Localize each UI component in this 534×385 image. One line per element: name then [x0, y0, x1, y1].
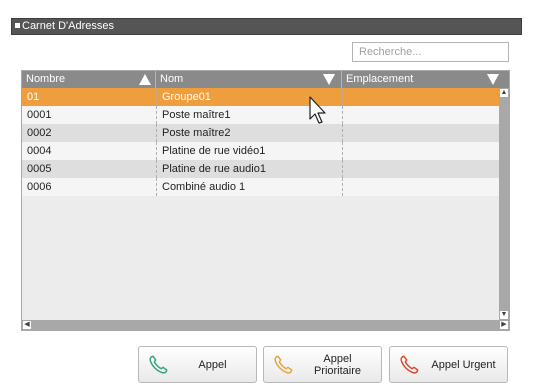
- address-book-table: Nombre Nom Emplacement 01 Groupe01 0001 …: [21, 70, 510, 331]
- cell-nombre: 01: [27, 91, 40, 103]
- table-row[interactable]: 0004 Platine de rue vidéo1: [22, 142, 499, 160]
- table-row[interactable]: 0006 Combiné audio 1: [22, 178, 499, 196]
- cell-nombre: 0005: [27, 163, 52, 175]
- window-title-bar: Carnet D'Adresses: [11, 18, 522, 35]
- table-row[interactable]: 0002 Poste maître2: [22, 124, 499, 142]
- scroll-down-arrow-icon[interactable]: ▼: [499, 310, 509, 320]
- table-header: Nombre Nom Emplacement: [22, 71, 509, 88]
- window-title-marker-icon: [15, 23, 20, 28]
- table-row[interactable]: 01 Groupe01: [22, 88, 499, 106]
- column-header-nom[interactable]: Nom: [156, 71, 342, 88]
- cell-nom: Combiné audio 1: [156, 178, 342, 196]
- table-body: 01 Groupe01 0001 Poste maître1 0002 Post…: [22, 88, 499, 196]
- scroll-up-arrow-icon[interactable]: ▲: [499, 88, 509, 98]
- window-title: Carnet D'Adresses: [22, 20, 114, 32]
- cell-nombre: 0002: [27, 127, 52, 139]
- column-header-nombre[interactable]: Nombre: [22, 71, 156, 88]
- column-header-label: Emplacement: [346, 73, 414, 85]
- cell-nombre: 0004: [27, 145, 52, 157]
- sort-ascending-icon[interactable]: [139, 74, 151, 85]
- cell-nombre: 0006: [27, 181, 52, 193]
- phone-icon: [274, 355, 293, 374]
- sort-descending-icon[interactable]: [323, 74, 335, 85]
- sort-descending-icon[interactable]: [487, 74, 499, 85]
- cell-emplacement: [342, 142, 499, 160]
- horizontal-scrollbar[interactable]: ◀ ▶: [22, 320, 509, 330]
- cell-emplacement: [342, 160, 499, 178]
- priority-call-button-label: Appel Prioritaire: [313, 352, 362, 377]
- cell-nombre: 0001: [27, 109, 52, 121]
- cell-nom: Platine de rue audio1: [156, 160, 342, 178]
- cell-emplacement: [342, 106, 499, 124]
- column-header-label: Nombre: [26, 73, 66, 85]
- urgent-call-button[interactable]: Appel Urgent: [389, 346, 508, 383]
- phone-icon: [400, 355, 419, 374]
- call-button[interactable]: Appel: [138, 346, 257, 383]
- cell-emplacement: [342, 88, 499, 106]
- table-row[interactable]: 0001 Poste maître1: [22, 106, 499, 124]
- priority-call-button[interactable]: Appel Prioritaire: [263, 346, 382, 383]
- cell-nom: Platine de rue vidéo1: [156, 142, 342, 160]
- call-button-label: Appel: [198, 358, 227, 371]
- search-input[interactable]: [352, 42, 509, 62]
- phone-icon: [149, 355, 168, 374]
- cell-emplacement: [342, 124, 499, 142]
- column-header-emplacement[interactable]: Emplacement: [342, 71, 509, 88]
- scroll-right-arrow-icon[interactable]: ▶: [499, 320, 509, 330]
- table-row[interactable]: 0005 Platine de rue audio1: [22, 160, 499, 178]
- mouse-cursor-icon: [309, 96, 326, 124]
- vertical-scrollbar[interactable]: ▲ ▼: [499, 88, 509, 320]
- scroll-left-arrow-icon[interactable]: ◀: [22, 320, 32, 330]
- cell-emplacement: [342, 178, 499, 196]
- column-header-label: Nom: [160, 73, 184, 85]
- urgent-call-button-label: Appel Urgent: [431, 358, 496, 371]
